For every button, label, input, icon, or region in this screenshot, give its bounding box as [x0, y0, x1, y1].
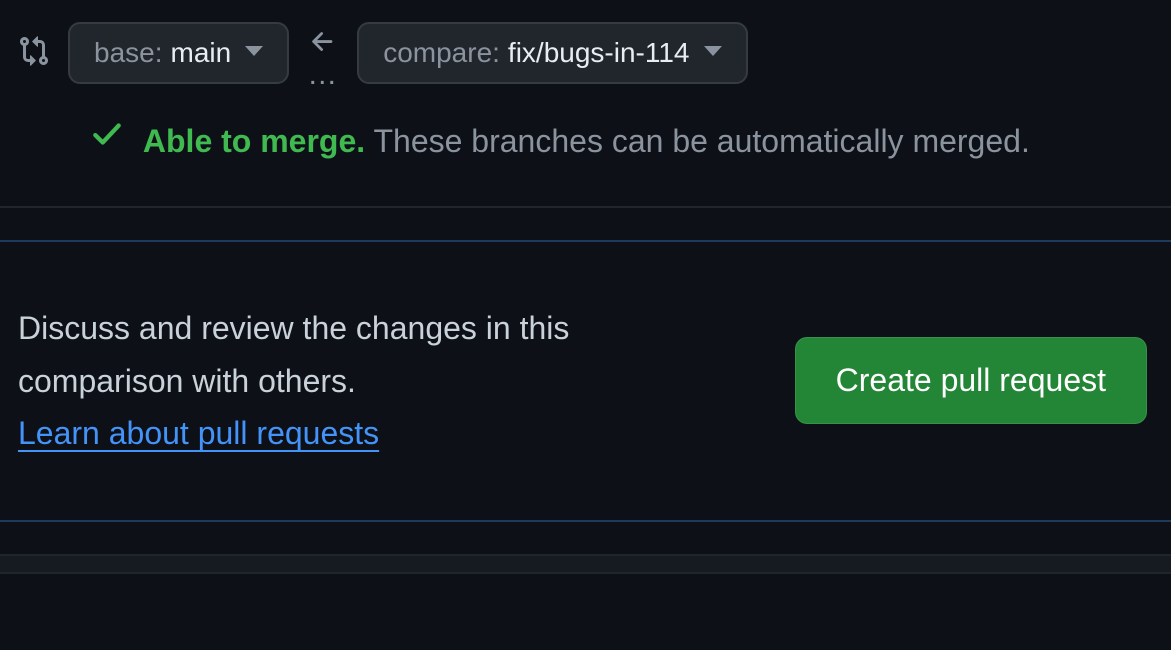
- panel-description: Discuss and review the changes in this c…: [18, 302, 718, 460]
- base-branch-name: main: [171, 37, 232, 69]
- git-compare-icon: [18, 35, 50, 72]
- compare-prefix-label: compare:: [383, 37, 500, 69]
- compare-branch-name: fix/bugs-in-114: [508, 37, 690, 69]
- merge-status-message: Able to merge. These branches can be aut…: [0, 84, 1171, 206]
- create-pr-panel: Discuss and review the changes in this c…: [0, 240, 1171, 522]
- base-prefix-label: base:: [94, 37, 163, 69]
- caret-down-icon: [245, 46, 263, 56]
- ellipsis-icon: …: [307, 70, 339, 80]
- check-icon: [90, 113, 124, 167]
- learn-about-prs-link[interactable]: Learn about pull requests: [18, 415, 379, 451]
- base-branch-selector[interactable]: base: main: [68, 22, 289, 84]
- panel-description-text: Discuss and review the changes in this c…: [18, 310, 569, 399]
- merge-status-detail: These branches can be automatically merg…: [373, 123, 1029, 159]
- gap: [0, 208, 1171, 240]
- branch-selector-row: base: main … compare: fix/bugs-in-114: [0, 0, 1171, 84]
- bottom-bar: [0, 554, 1171, 574]
- compare-branch-selector[interactable]: compare: fix/bugs-in-114: [357, 22, 747, 84]
- arrow-left-icon: [308, 27, 338, 62]
- gap: [0, 522, 1171, 554]
- merge-status-title: Able to merge.: [143, 123, 365, 159]
- caret-down-icon: [704, 46, 722, 56]
- compare-direction-indicator: …: [307, 27, 339, 80]
- create-pull-request-button[interactable]: Create pull request: [795, 337, 1147, 424]
